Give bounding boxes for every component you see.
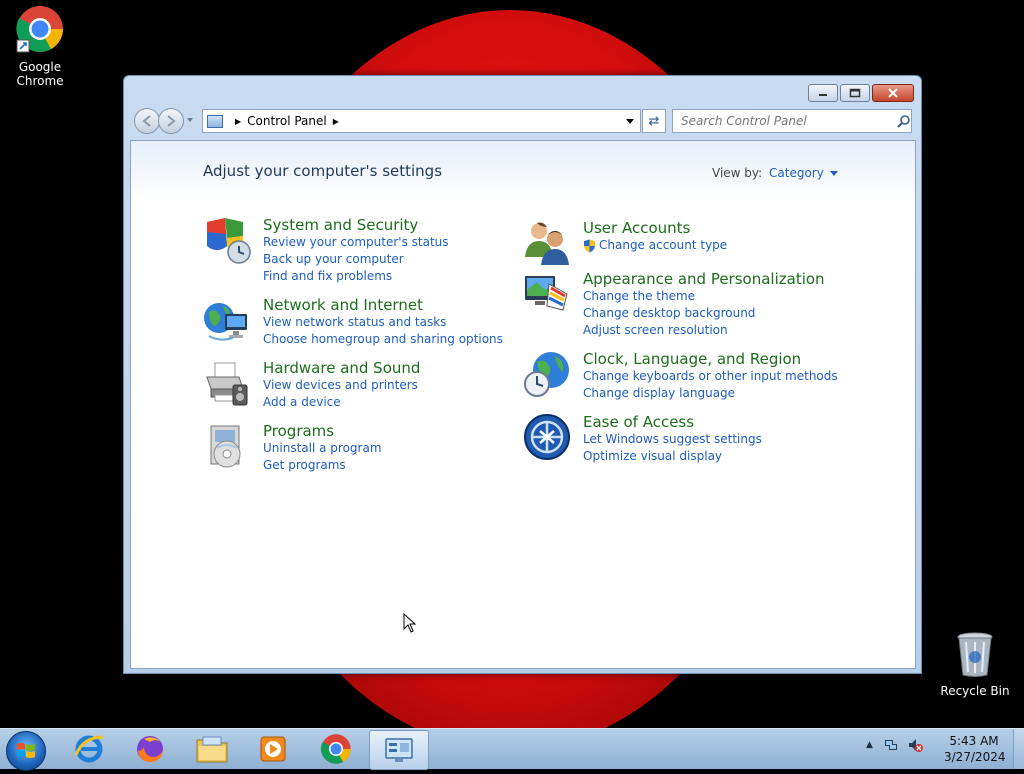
address-dropdown-icon[interactable] (626, 119, 634, 124)
network-status-icon[interactable] (883, 737, 899, 753)
file-explorer-icon (196, 736, 228, 763)
monitor-palette-icon[interactable] (523, 270, 571, 318)
category-link[interactable]: Find and fix problems (263, 268, 563, 285)
recent-pages-dropdown[interactable] (187, 118, 193, 122)
search-icon[interactable] (897, 114, 911, 128)
control-panel-icon (385, 738, 413, 762)
show-desktop-button[interactable] (1013, 729, 1024, 769)
content-pane: Adjust your computer's settings View by:… (130, 140, 916, 669)
ease-of-access-icon[interactable] (523, 413, 571, 461)
minimize-button[interactable] (808, 84, 838, 102)
close-icon (888, 88, 898, 98)
category-title[interactable]: Hardware and Sound (263, 359, 563, 377)
minimize-icon (819, 94, 827, 96)
view-by-label: View by: (712, 166, 763, 180)
volume-muted-icon[interactable] (907, 737, 923, 753)
uac-shield-icon (584, 239, 595, 252)
category-link[interactable]: Change the theme (583, 288, 883, 305)
taskbar-file-explorer[interactable] (183, 730, 241, 768)
address-bar[interactable]: ▶ Control Panel ▶ (202, 109, 641, 133)
internet-explorer-icon (74, 735, 104, 763)
category-link[interactable]: Change desktop background (583, 305, 883, 322)
search-box[interactable] (672, 109, 912, 133)
category-link-with-shield[interactable]: Change account type (583, 237, 883, 254)
search-input[interactable] (679, 113, 891, 129)
windows-logo-icon (17, 743, 35, 758)
chrome-icon (320, 734, 351, 764)
firefox-icon (137, 736, 163, 763)
taskbar-internet-explorer[interactable] (60, 730, 118, 768)
chevron-down-icon (829, 170, 838, 176)
clock-date: 3/27/2024 (944, 750, 1006, 764)
desktop-icon-label: Recycle Bin (940, 684, 1010, 698)
control-panel-window: ▶ Control Panel ▶ ⇄ Adjust your computer… (123, 75, 922, 674)
desktop-icon-recycle-bin[interactable]: Recycle Bin (935, 630, 1015, 698)
view-by-dropdown[interactable]: Category (769, 166, 838, 180)
breadcrumb-separator-icon[interactable]: ▶ (235, 117, 241, 126)
category-link[interactable]: View devices and printers (263, 377, 563, 394)
taskbar-clock[interactable]: 5:43 AM 3/27/2024 (944, 733, 1006, 765)
category-title[interactable]: System and Security (263, 216, 563, 234)
taskbar-media-player[interactable] (244, 730, 302, 768)
control-panel-icon (207, 114, 223, 128)
category-link[interactable]: Review your computer's status (263, 234, 563, 251)
desktop-icon-chrome[interactable]: Google Chrome (0, 4, 80, 88)
refresh-icon: ⇄ (648, 113, 660, 129)
category-title[interactable]: Ease of Access (583, 413, 883, 431)
category-title[interactable]: Appearance and Personalization (583, 270, 883, 288)
printer-icon[interactable] (203, 359, 251, 407)
breadcrumb-separator-icon[interactable]: ▶ (333, 117, 339, 126)
media-player-icon (260, 736, 286, 762)
shield-icon[interactable] (203, 216, 251, 264)
category-link[interactable]: Choose homegroup and sharing options (263, 331, 563, 348)
taskbar-control-panel[interactable] (369, 730, 429, 770)
category-link[interactable]: Adjust screen resolution (583, 322, 883, 339)
breadcrumb-control-panel[interactable]: Control Panel (247, 114, 327, 128)
category-title[interactable]: Clock, Language, and Region (583, 350, 883, 368)
desktop-icon-label: Chrome (16, 74, 64, 88)
category-link-label[interactable]: Change account type (599, 237, 727, 254)
view-by-value[interactable]: Category (769, 166, 824, 180)
programs-icon[interactable] (203, 422, 251, 470)
refresh-button[interactable]: ⇄ (642, 109, 666, 133)
category-link[interactable]: Get programs (263, 457, 563, 474)
recycle-bin-icon (935, 630, 1015, 681)
category-link[interactable]: Change keyboards or other input methods (583, 368, 883, 385)
category-title[interactable]: User Accounts (583, 219, 883, 237)
chrome-icon (0, 4, 80, 57)
start-button[interactable] (6, 731, 46, 771)
category-title[interactable]: Programs (263, 422, 563, 440)
globe-clock-icon[interactable] (523, 350, 571, 398)
page-title: Adjust your computer's settings (203, 162, 443, 180)
category-link[interactable]: View network status and tasks (263, 314, 563, 331)
forward-arrow-icon (167, 115, 176, 127)
taskbar: ▲ 5:43 AM 3/27/2024 (0, 728, 1024, 771)
category-link[interactable]: Change display language (583, 385, 883, 402)
back-arrow-icon (142, 115, 151, 127)
forward-button[interactable] (158, 108, 184, 134)
caption-buttons (806, 84, 914, 102)
category-link[interactable]: Uninstall a program (263, 440, 563, 457)
system-tray: ▲ (866, 737, 923, 753)
clock-time: 5:43 AM (949, 734, 999, 748)
mouse-cursor-icon (403, 613, 417, 633)
category-link[interactable]: Let Windows suggest settings (583, 431, 883, 448)
desktop-icon-label: Google (18, 60, 62, 74)
taskbar-chrome[interactable] (307, 730, 365, 768)
category-link[interactable]: Add a device (263, 394, 563, 411)
show-hidden-icons-icon[interactable]: ▲ (866, 740, 873, 750)
taskbar-firefox[interactable] (121, 730, 179, 768)
category-link[interactable]: Back up your computer (263, 251, 563, 268)
maximize-button[interactable] (840, 84, 870, 102)
category-title[interactable]: Network and Internet (263, 296, 563, 314)
back-button[interactable] (134, 108, 160, 134)
restore-icon (849, 88, 861, 98)
category-link[interactable]: Optimize visual display (583, 448, 883, 465)
users-icon[interactable] (523, 219, 571, 267)
close-button[interactable] (872, 84, 914, 102)
network-icon[interactable] (203, 296, 251, 344)
